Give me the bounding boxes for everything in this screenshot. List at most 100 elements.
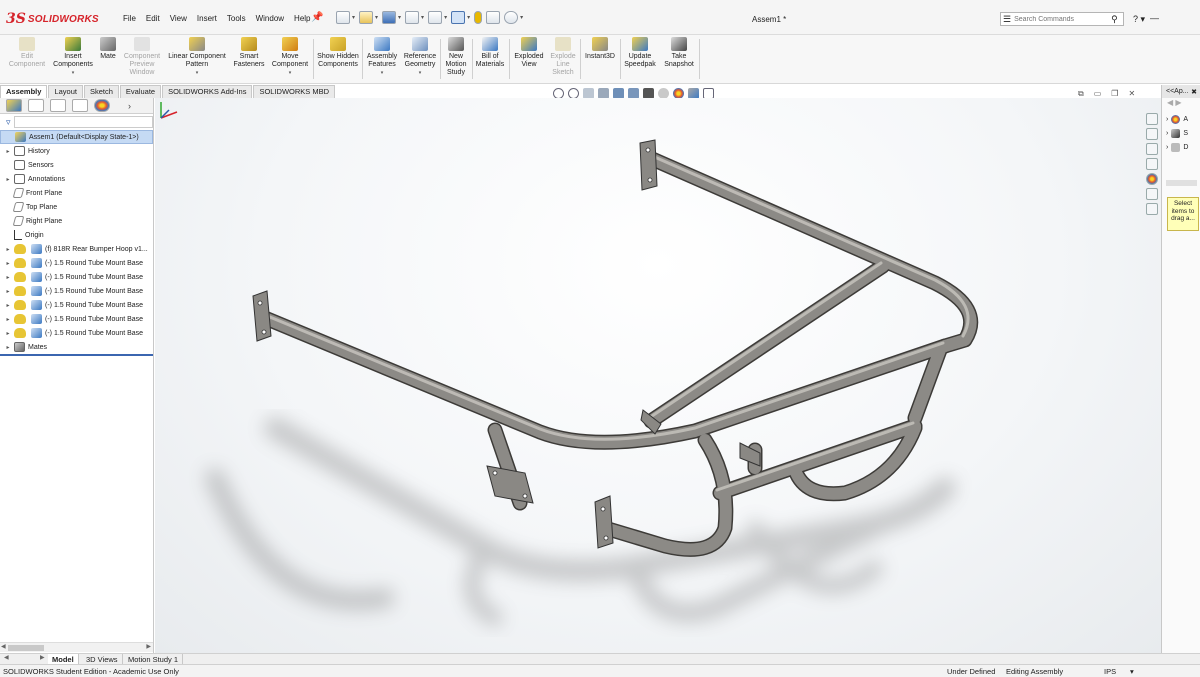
undo-icon[interactable]: [428, 11, 443, 24]
tree-item-right-plane[interactable]: Right Plane: [0, 214, 153, 228]
task-pane-item[interactable]: › S: [1162, 126, 1200, 140]
save-icon[interactable]: [382, 11, 397, 24]
filter-icon[interactable]: ▿: [6, 117, 11, 128]
reference-geometry-dropdown-icon[interactable]: ▾: [419, 69, 422, 77]
new-motion-study-button[interactable]: New Motion Study: [441, 37, 471, 77]
menu-tools[interactable]: Tools: [222, 14, 251, 23]
show-hidden-components-button[interactable]: Show Hidden Components: [316, 37, 360, 69]
task-pane-splitter[interactable]: [1166, 180, 1197, 186]
task-pane-item[interactable]: › D: [1162, 140, 1200, 154]
property-manager-icon[interactable]: [28, 99, 44, 112]
component-preview-window-button[interactable]: Component Preview Window: [120, 37, 164, 77]
tree-item-component[interactable]: ▸ (-) 1.5 Round Tube Mount Base: [0, 312, 153, 326]
tree-item-annotations[interactable]: ▸ Annotations: [0, 172, 153, 186]
pin-icon[interactable]: ✖: [1191, 88, 1197, 96]
task-pane-title[interactable]: <<Ap...: [1166, 88, 1189, 95]
scroll-right-icon[interactable]: ▶: [146, 643, 151, 650]
back-icon[interactable]: ◀: [1167, 98, 1173, 107]
graphics-area[interactable]: [155, 98, 1161, 653]
expand-icon[interactable]: ▸: [4, 302, 12, 309]
menu-file[interactable]: File: [118, 14, 141, 23]
search-commands-box[interactable]: ☰ ⚲: [1000, 12, 1124, 26]
design-library-icon[interactable]: [1145, 128, 1158, 140]
display-manager-icon[interactable]: [94, 99, 110, 112]
move-component-dropdown-icon[interactable]: ▾: [289, 69, 292, 77]
options-gear-icon[interactable]: [504, 11, 519, 24]
update-speedpak-button[interactable]: Update Speedpak: [621, 37, 659, 69]
select-dropdown-icon[interactable]: ▾: [467, 14, 470, 21]
print-icon[interactable]: [405, 11, 420, 24]
expand-icon[interactable]: ▸: [4, 344, 12, 351]
options-dropdown-icon[interactable]: ▾: [520, 14, 523, 21]
menu-insert[interactable]: Insert: [192, 14, 222, 23]
view-palette-icon[interactable]: [1145, 158, 1158, 170]
tree-item-mates[interactable]: ▸ Mates: [0, 340, 153, 354]
status-units[interactable]: IPS: [1104, 667, 1116, 676]
rebuild-icon[interactable]: [474, 11, 483, 24]
mate-button[interactable]: Mate: [97, 37, 119, 61]
tab-solidworks-add-ins[interactable]: SOLIDWORKS Add-Ins: [162, 85, 253, 98]
tree-filter-input[interactable]: [13, 116, 153, 128]
insert-components-dropdown-icon[interactable]: ▾: [72, 69, 75, 77]
new-document-icon[interactable]: [336, 11, 350, 24]
bumper-hoop-model[interactable]: [155, 98, 1161, 653]
tree-item-component[interactable]: ▸ (-) 1.5 Round Tube Mount Base: [0, 326, 153, 340]
tree-item-sensors[interactable]: Sensors: [0, 158, 153, 172]
take-snapshot-button[interactable]: Take Snapshot: [660, 37, 698, 69]
pin-icon[interactable]: 📌: [311, 12, 323, 23]
instant3d-button[interactable]: Instant3D: [581, 37, 619, 61]
file-properties-icon[interactable]: [486, 11, 501, 24]
appearances-icon[interactable]: [1145, 173, 1158, 185]
open-folder-icon[interactable]: [359, 11, 374, 24]
tree-item-front-plane[interactable]: Front Plane: [0, 186, 153, 200]
exploded-view-button[interactable]: Exploded View: [511, 37, 547, 69]
tree-item-component[interactable]: ▸ (f) 818R Rear Bumper Hoop v1...: [0, 242, 153, 256]
expand-icon[interactable]: ▸: [4, 246, 12, 253]
tab-evaluate[interactable]: Evaluate: [119, 85, 162, 98]
insert-components-button[interactable]: Insert Components ▾: [49, 37, 97, 77]
menu-edit[interactable]: Edit: [141, 14, 165, 23]
tree-root-assembly[interactable]: Assem1 (Default<Display State-1>): [0, 130, 153, 144]
solidworks-resources-icon[interactable]: [1145, 113, 1158, 125]
chevron-right-icon[interactable]: ›: [128, 101, 131, 111]
tree-item-component[interactable]: ▸ (-) 1.5 Round Tube Mount Base: [0, 256, 153, 270]
menu-view[interactable]: View: [165, 14, 192, 23]
forward-icon[interactable]: ▶: [1175, 98, 1181, 107]
tab-sketch[interactable]: Sketch: [83, 85, 119, 98]
linear-component-pattern-button[interactable]: Linear Component Pattern ▾: [164, 37, 230, 77]
tree-item-component[interactable]: ▸ (-) 1.5 Round Tube Mount Base: [0, 284, 153, 298]
minimize-icon[interactable]: —: [1150, 13, 1159, 23]
new-dropdown-icon[interactable]: ▾: [352, 14, 355, 21]
assembly-features-button[interactable]: Assembly Features ▾: [364, 37, 400, 77]
reference-geometry-button[interactable]: Reference Geometry ▾: [400, 37, 440, 77]
tree-item-component[interactable]: ▸ (-) 1.5 Round Tube Mount Base: [0, 270, 153, 284]
select-cursor-icon[interactable]: [451, 11, 466, 24]
tab-assembly[interactable]: Assembly: [0, 85, 48, 98]
tab-solidworks-mbd[interactable]: SOLIDWORKS MBD: [253, 85, 336, 98]
task-pane-item[interactable]: › A: [1162, 112, 1200, 126]
expand-icon[interactable]: ▸: [4, 176, 12, 183]
expand-icon[interactable]: ▸: [4, 288, 12, 295]
tab-scroll-left-icon[interactable]: ◀: [4, 654, 9, 661]
feature-manager-tree-icon[interactable]: [6, 99, 22, 112]
scroll-left-icon[interactable]: ◀: [1, 643, 6, 650]
units-dropdown-icon[interactable]: ▾: [1130, 667, 1134, 676]
search-icon[interactable]: ⚲: [1111, 14, 1118, 25]
print-dropdown-icon[interactable]: ▾: [421, 14, 424, 21]
help-icon[interactable]: ? ▾: [1133, 14, 1145, 25]
tree-item-history[interactable]: ▸ History: [0, 144, 153, 158]
linear-pattern-dropdown-icon[interactable]: ▾: [196, 69, 199, 77]
save-dropdown-icon[interactable]: ▾: [398, 14, 401, 21]
configuration-manager-icon[interactable]: [50, 99, 66, 112]
tab-layout[interactable]: Layout: [48, 85, 83, 98]
expand-icon[interactable]: ▸: [4, 330, 12, 337]
scrollbar-thumb[interactable]: [8, 645, 44, 651]
explode-line-sketch-button[interactable]: Explode Line Sketch: [547, 37, 579, 77]
menu-window[interactable]: Window: [251, 14, 289, 23]
undo-dropdown-icon[interactable]: ▾: [444, 14, 447, 21]
open-dropdown-icon[interactable]: ▾: [375, 14, 378, 21]
tree-item-component[interactable]: ▸ (-) 1.5 Round Tube Mount Base: [0, 298, 153, 312]
tree-horizontal-scrollbar[interactable]: ◀ ▶: [0, 642, 153, 652]
edit-component-button[interactable]: Edit Component: [5, 37, 49, 69]
search-input[interactable]: [1014, 15, 1110, 23]
